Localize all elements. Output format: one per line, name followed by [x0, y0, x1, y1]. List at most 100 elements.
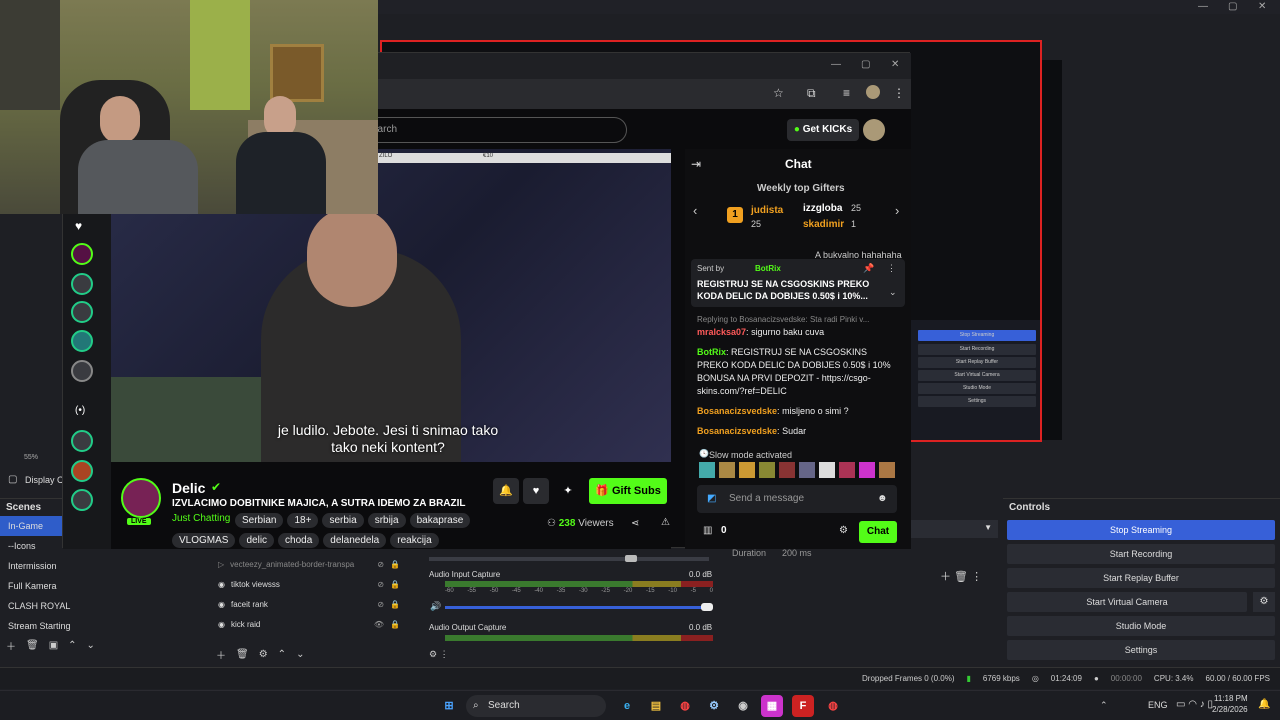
chrome-icon[interactable]: ◍	[674, 695, 696, 717]
chat-send-button[interactable]: Chat	[859, 521, 897, 543]
raid-icon[interactable]: (•)	[75, 405, 85, 416]
scene-item[interactable]: Intermission	[0, 556, 205, 576]
channel-avatar[interactable]	[71, 360, 93, 382]
add-icon[interactable]: ＋	[216, 647, 226, 662]
visibility-lock-icons[interactable]: ⊘🔒	[377, 555, 406, 575]
chat-settings-icon[interactable]: ⚙	[839, 525, 848, 536]
channel-name[interactable]: Delic	[172, 480, 205, 496]
emote-icon[interactable]	[859, 462, 875, 478]
taskbar-search[interactable]: ⌕ Search	[466, 695, 606, 717]
trash-icon[interactable]: 🗑	[236, 649, 249, 660]
category-link[interactable]: Just Chatting	[172, 513, 230, 524]
duration-value[interactable]: 200 ms	[782, 548, 812, 558]
edge-icon[interactable]: e	[616, 695, 638, 717]
visibility-lock-icons[interactable]: ⊘🔒	[377, 595, 406, 615]
gifter-name[interactable]: skadimir	[803, 219, 844, 230]
folder-icon[interactable]: ▤	[645, 695, 667, 717]
stop-streaming-button[interactable]: Stop Streaming	[1007, 520, 1275, 540]
channel-avatar[interactable]	[71, 243, 93, 265]
studio-mode-button[interactable]: Studio Mode	[1007, 616, 1275, 636]
tag[interactable]: delic	[239, 533, 275, 548]
network-volume-icons[interactable]: ▭ ◠ ♪ ▯	[1176, 699, 1213, 710]
channel-avatar[interactable]	[71, 430, 93, 452]
faceit-icon[interactable]: F	[792, 695, 814, 717]
points-icon[interactable]: ▥	[703, 525, 712, 536]
chat-username[interactable]: mralcksa07	[697, 327, 746, 337]
source-item[interactable]: ◉ tiktok viewsss ⊘🔒	[210, 575, 420, 595]
up-icon[interactable]: ⌃	[68, 640, 76, 651]
steam-icon[interactable]: ⚙	[703, 695, 725, 717]
settings-button[interactable]: Settings	[1007, 640, 1275, 660]
emote-icon[interactable]	[839, 462, 855, 478]
profile-avatar[interactable]	[866, 85, 880, 99]
pinned-message[interactable]: Sent by BotRix 📌 ⋮ REGISTRUJ SE NA CSGOS…	[691, 259, 905, 307]
tag[interactable]: 18+	[287, 513, 319, 528]
speaker-icon[interactable]: 🔊	[430, 601, 441, 612]
up-icon[interactable]: ⌃	[278, 649, 286, 660]
start-virtual-camera-button[interactable]: Start Virtual Camera	[1007, 592, 1247, 612]
source-item[interactable]: ▷ vecteezy_animated-border-transpa ⊘🔒	[210, 555, 420, 575]
clock-time[interactable]: 11:18 PM	[1214, 694, 1248, 703]
app-icon[interactable]: ▦	[761, 695, 783, 717]
channel-avatar[interactable]	[71, 460, 93, 482]
emote-icon[interactable]	[719, 462, 735, 478]
bookmark-icon[interactable]: ☆	[773, 86, 784, 100]
emote-icon[interactable]	[759, 462, 775, 478]
heart-icon[interactable]: ♥	[75, 219, 82, 233]
scene-item[interactable]: Stream Starting	[0, 616, 205, 636]
volume-slider-handle[interactable]	[625, 555, 637, 562]
emote-icon[interactable]	[699, 462, 715, 478]
kick-search-input[interactable]: earch	[363, 117, 627, 143]
menu-icon[interactable]: ⋮	[893, 86, 905, 100]
filter-icon[interactable]: ▣	[49, 640, 58, 651]
browser-close[interactable]: ✕	[891, 59, 899, 70]
transition-tools[interactable]: ＋ 🗑 ⋮	[940, 568, 982, 584]
chat-message-input[interactable]: ◩ Send a message ☻	[697, 485, 897, 513]
visibility-lock-icons[interactable]: 👁🔒	[374, 615, 406, 635]
tag[interactable]: Serbian	[235, 513, 284, 528]
scene-item[interactable]: Full Kamera	[0, 576, 205, 596]
gear-icon[interactable]: ⚙	[259, 649, 268, 660]
source-item[interactable]: ◉ faceit rank ⊘🔒	[210, 595, 420, 615]
bell-icon[interactable]: 🔔	[493, 478, 519, 504]
emote-icon[interactable]	[799, 462, 815, 478]
start-replay-button[interactable]: Start Replay Buffer	[1007, 568, 1275, 588]
tag[interactable]: choda	[278, 533, 320, 548]
add-icon[interactable]: ＋	[6, 638, 16, 653]
tag[interactable]: serbia	[322, 513, 364, 528]
browser-minimize[interactable]: —	[831, 59, 841, 70]
emote-icon[interactable]	[879, 462, 895, 478]
scene-item[interactable]: CLASH ROYAL	[0, 596, 205, 616]
emote-icon[interactable]	[779, 462, 795, 478]
channel-avatar-large[interactable]	[121, 478, 161, 518]
start-recording-button[interactable]: Start Recording	[1007, 544, 1275, 564]
start-icon[interactable]: ⊞	[438, 695, 460, 717]
channel-avatar[interactable]	[71, 273, 93, 295]
follow-heart-icon[interactable]: ♥	[523, 478, 549, 504]
gifter-name[interactable]: izzgloba	[803, 203, 842, 214]
trash-icon[interactable]: 🗑	[26, 640, 39, 651]
down-icon[interactable]: ⌄	[296, 649, 304, 660]
minimize-button[interactable]: —	[1198, 1, 1208, 12]
tag[interactable]: VLOGMAS	[172, 533, 236, 548]
tag[interactable]: bakaprase	[409, 513, 471, 528]
chat-username[interactable]: BotRix	[697, 347, 726, 357]
channel-avatar[interactable]	[71, 330, 93, 352]
user-avatar[interactable]	[863, 119, 885, 141]
share-icon[interactable]: ⋖	[631, 518, 639, 529]
extensions-icon[interactable]: ⧉	[807, 86, 816, 101]
chat-username[interactable]: Bosanacizsvedske	[697, 406, 777, 416]
channel-avatar[interactable]	[71, 301, 93, 323]
zoom-level[interactable]: 55%	[24, 454, 38, 461]
gifter-name[interactable]: judista	[751, 205, 783, 216]
maximize-button[interactable]: ▢	[1228, 1, 1237, 12]
report-icon[interactable]: ⚠	[661, 517, 670, 528]
collapse-chat-icon[interactable]: ⇥	[691, 157, 701, 171]
close-button[interactable]: ✕	[1258, 1, 1266, 12]
pin-icon[interactable]: 📌	[863, 263, 874, 274]
tag[interactable]: delanedela	[323, 533, 387, 548]
input-volume-slider[interactable]	[445, 606, 707, 609]
tag[interactable]: srbija	[367, 513, 406, 528]
down-icon[interactable]: ⌄	[87, 640, 95, 651]
input-volume-handle[interactable]	[701, 603, 713, 611]
